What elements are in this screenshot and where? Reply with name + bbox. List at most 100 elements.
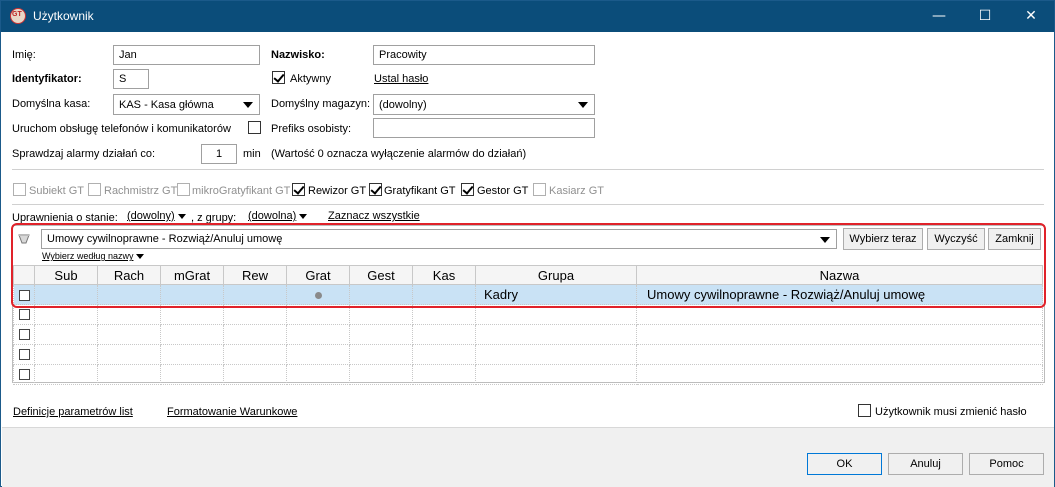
dropdown-arrow-icon [243,102,253,108]
aktywny-label: Aktywny [290,73,331,85]
zmiana-hasla-checkbox[interactable] [858,404,871,417]
row-checkbox[interactable] [18,329,30,341]
grid-cell[interactable] [160,344,224,365]
grupa-dropdown[interactable]: (dowolna) [248,210,308,222]
grid-cell[interactable] [223,344,287,365]
grupa-dropdown-value: (dowolna) [248,210,297,222]
dropdown-arrow-icon [299,213,308,219]
formatowanie-link[interactable]: Formatowanie Warunkowe [167,406,297,418]
grid-cell[interactable] [475,324,637,345]
user-dialog-window: Użytkownik — ☐ ✕ Imię: Jan Nazwisko: Pra… [0,0,1055,487]
nazwisko-input[interactable]: Pracowity [373,45,595,65]
table-row[interactable] [13,364,1043,385]
prefiks-input[interactable] [373,118,595,138]
kasa-select-value: KAS - Kasa główna [119,99,214,111]
grid-cell[interactable] [636,324,1043,345]
grid-cell[interactable] [97,324,161,345]
mikrogratyfikant-label: mikroGratyfikant GT [192,185,291,197]
row-checkbox[interactable] [18,309,30,321]
grid-cell[interactable] [223,364,287,385]
zaznacz-wszystkie-link[interactable]: Zaznacz wszystkie [328,210,420,222]
ok-button[interactable]: OK [807,453,882,475]
aktywny-checkbox[interactable] [272,71,285,84]
stan-dropdown[interactable]: (dowolny) [127,210,186,222]
imie-label: Imię: [12,49,36,61]
alarmy-input[interactable]: 1 [201,144,237,164]
alarmy-label: Sprawdzaj alarmy działań co: [12,148,156,160]
zmiana-hasla-label: Użytkownik musi zmienić hasło [875,406,1027,418]
ustal-haslo-link[interactable]: Ustal hasło [374,73,428,85]
kasiarz-checkbox[interactable] [533,183,546,196]
title-bar[interactable]: Użytkownik — ☐ ✕ [1,1,1054,32]
kasiarz-label: Kasiarz GT [549,185,605,197]
grid-cell[interactable] [636,364,1043,385]
grid-cell[interactable] [286,344,350,365]
pomoc-button[interactable]: Pomoc [969,453,1044,475]
window-title: Użytkownik [33,9,94,23]
kasa-select[interactable]: KAS - Kasa główna [113,94,260,115]
identyfikator-label: Identyfikator: [12,73,82,85]
table-row[interactable] [13,324,1043,345]
row-checkbox[interactable] [18,349,30,361]
grid-cell[interactable] [34,344,98,365]
alarmy-note: (Wartość 0 oznacza wyłączenie alarmów do… [271,148,527,160]
stan-dropdown-value: (dowolny) [127,210,175,222]
row-checkbox-cell[interactable] [13,364,35,385]
grid-cell[interactable] [349,364,413,385]
grid-cell[interactable] [286,364,350,385]
rewizor-checkbox[interactable] [292,183,305,196]
rachmistrz-label: Rachmistrz GT [104,185,178,197]
grid-cell[interactable] [475,344,637,365]
imie-input[interactable]: Jan [113,45,260,65]
grid-cell[interactable] [412,324,476,345]
grid-cell[interactable] [160,364,224,385]
grid-cell[interactable] [34,364,98,385]
gratyfikant-checkbox[interactable] [369,183,382,196]
magazyn-select-value: (dowolny) [379,99,427,111]
dialog-footer: OK Anuluj Pomoc [2,427,1054,487]
grid-cell[interactable] [349,324,413,345]
prefiks-label: Prefiks osobisty: [271,123,352,135]
grid-cell[interactable] [349,344,413,365]
row-checkbox-cell[interactable] [13,344,35,365]
anuluj-button[interactable]: Anuluj [888,453,963,475]
gratyfikant-label: Gratyfikant GT [384,185,456,197]
dropdown-arrow-icon [578,102,588,108]
gestor-label: Gestor GT [477,185,529,197]
row-checkbox-cell[interactable] [13,324,35,345]
magazyn-label: Domyślny magazyn: [271,98,371,110]
app-logo-icon [10,8,26,24]
subiekt-checkbox[interactable] [13,183,26,196]
definicje-link[interactable]: Definicje parametrów list [13,406,133,418]
grid-cell[interactable] [97,344,161,365]
grid-cell[interactable] [475,364,637,385]
alarmy-unit: min [243,148,261,160]
gestor-checkbox[interactable] [461,183,474,196]
grid-cell[interactable] [223,324,287,345]
modules-divider [12,204,1044,205]
subiekt-label: Subiekt GT [29,185,85,197]
form-divider [12,169,1044,170]
rachmistrz-checkbox[interactable] [88,183,101,196]
grid-cell[interactable] [34,324,98,345]
grid-cell[interactable] [636,344,1043,365]
identyfikator-input[interactable]: S [113,69,149,89]
highlight-annotation [11,223,1046,308]
telefony-checkbox[interactable] [248,121,261,134]
dropdown-arrow-icon [177,213,186,219]
grid-cell[interactable] [412,364,476,385]
table-row[interactable] [13,344,1043,365]
maximize-button[interactable]: ☐ [962,1,1008,32]
mikrogratyfikant-checkbox[interactable] [177,183,190,196]
grid-cell[interactable] [97,364,161,385]
kasa-label: Domyślna kasa: [12,98,91,110]
grid-cell[interactable] [412,344,476,365]
row-checkbox[interactable] [18,369,30,381]
grid-cell[interactable] [286,324,350,345]
telefony-label: Uruchom obsługę telefonów i komunikatoró… [12,123,231,135]
close-button[interactable]: ✕ [1008,1,1054,32]
magazyn-select[interactable]: (dowolny) [373,94,595,115]
minimize-button[interactable]: — [916,1,962,32]
grid-cell[interactable] [160,324,224,345]
nazwisko-label: Nazwisko: [271,49,325,61]
